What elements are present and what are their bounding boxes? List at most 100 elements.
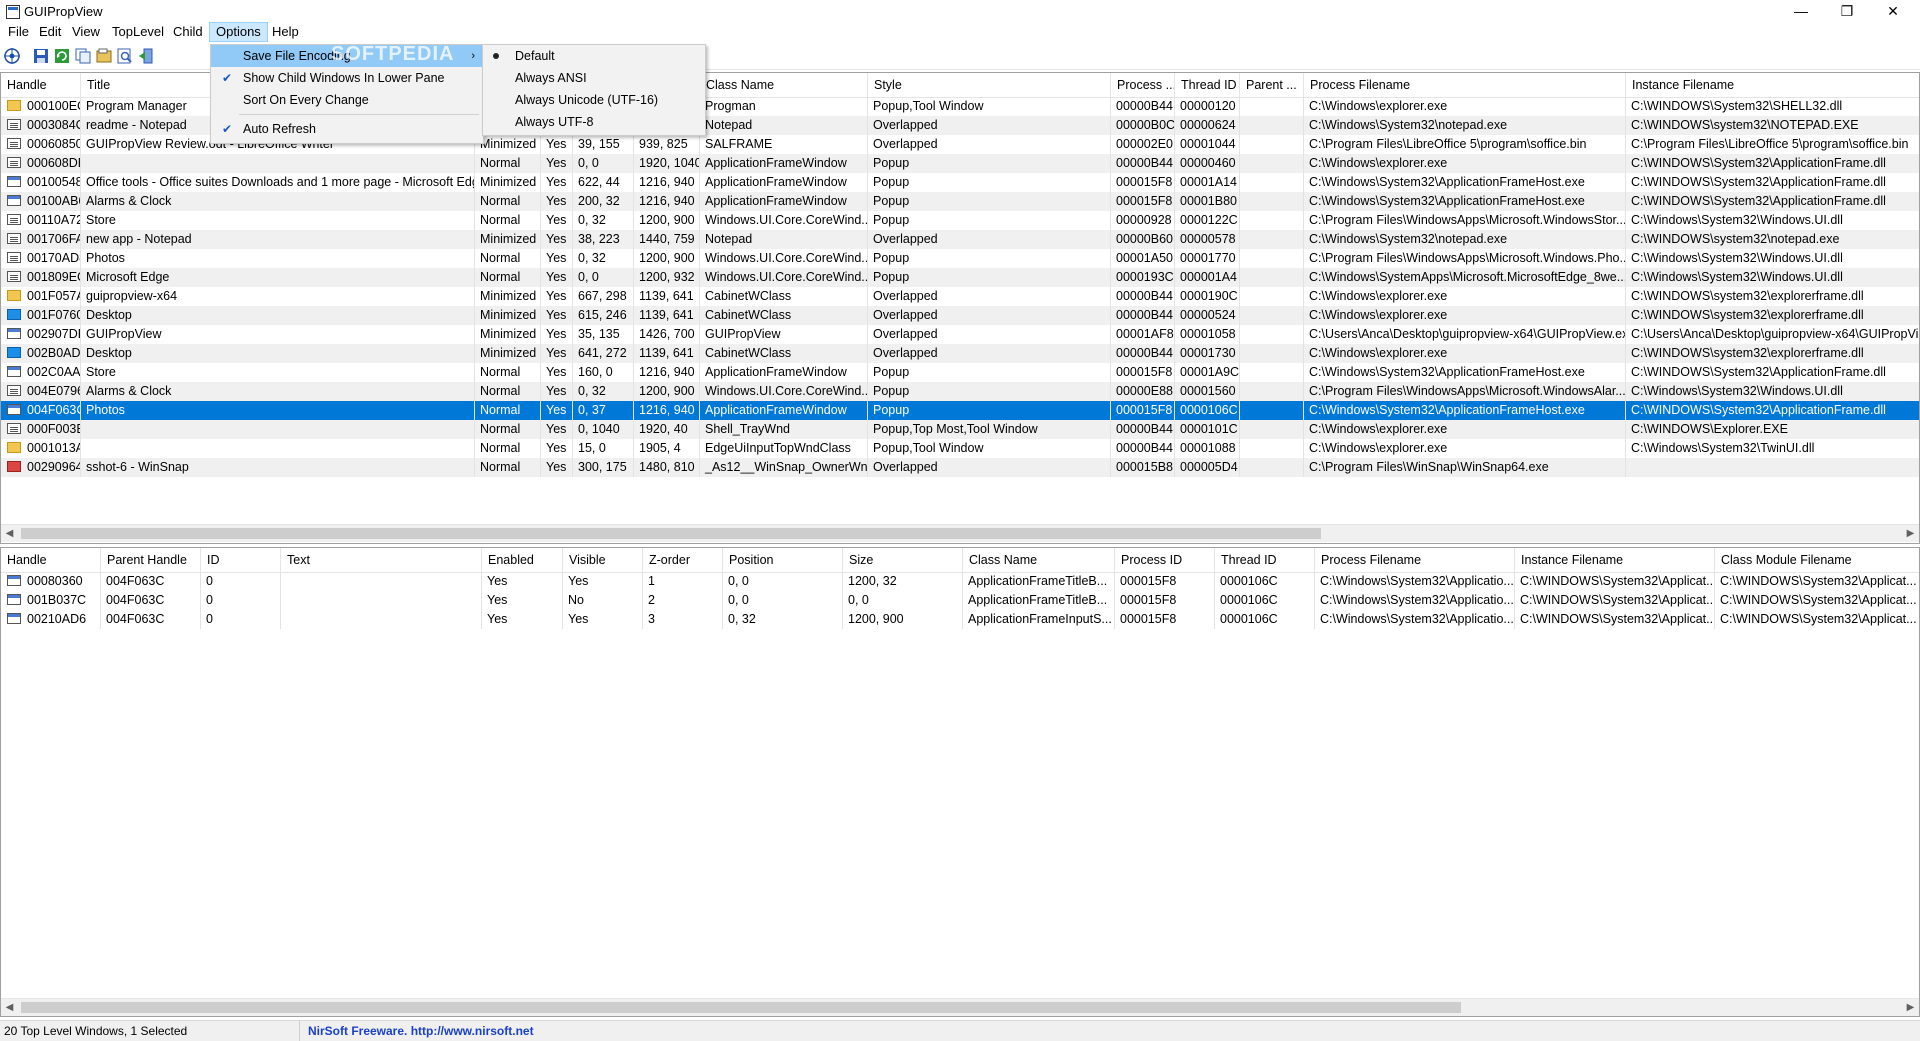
lcol-zorder[interactable]: Z-order xyxy=(643,548,723,572)
lcol-process-filename[interactable]: Process Filename xyxy=(1315,548,1515,572)
copy-icon[interactable] xyxy=(74,47,92,65)
lower-horizontal-scrollbar[interactable]: ◀ ▶ xyxy=(1,998,1919,1016)
cell-style: Popup,Tool Window xyxy=(868,97,1111,116)
col-handle[interactable]: Handle xyxy=(1,73,81,97)
cell-parent xyxy=(1240,382,1304,401)
lcol-thread-id[interactable]: Thread ID xyxy=(1215,548,1315,572)
table-row[interactable]: 004F063C Photos Normal Yes 0, 37 1216, 940 App… xyxy=(1,401,1919,420)
cell-instance-filename: C:\WINDOWS\System32\Applicat... xyxy=(1515,572,1715,591)
scroll-left-icon[interactable]: ◀ xyxy=(1,525,18,542)
cell-parent xyxy=(1240,420,1304,439)
col-thread-id[interactable]: Thread ID xyxy=(1175,73,1240,97)
exit-icon[interactable] xyxy=(137,47,155,65)
lcol-class-name[interactable]: Class Name xyxy=(963,548,1115,572)
col-instance-filename[interactable]: Instance Filename xyxy=(1626,73,1919,97)
cell-thread-id: 00001A9C xyxy=(1175,363,1240,382)
encoding-utf16[interactable]: Always Unicode (UTF-16) xyxy=(483,89,705,111)
menu-child[interactable]: Child xyxy=(167,23,209,41)
table-row[interactable]: 004E0796 Alarms & Clock Normal Yes 0, 32 1200… xyxy=(1,382,1919,401)
table-row[interactable]: 000608DE Normal Yes 0, 0 1920, 1040 Applicati… xyxy=(1,154,1919,173)
cell-instance-filename: C:\WINDOWS\Explorer.EXE xyxy=(1626,420,1919,439)
menu-toplevel[interactable]: TopLevel xyxy=(106,23,170,41)
lower-scroll-right-icon[interactable]: ▶ xyxy=(1902,999,1919,1016)
menu-options[interactable]: Options xyxy=(209,22,268,42)
cell-visible: Yes xyxy=(563,610,643,629)
table-row[interactable]: 002B0ADCDesktopMinimizedYes641, 2721139,… xyxy=(1,344,1919,363)
find-icon[interactable] xyxy=(116,47,134,65)
lcol-id[interactable]: ID xyxy=(201,548,281,572)
table-row[interactable]: 001F0760 Desktop Minimized Yes 615, 246 1139,… xyxy=(1,306,1919,325)
lcol-class-module-filename[interactable]: Class Module Filename xyxy=(1715,548,1919,572)
lcol-position[interactable]: Position xyxy=(723,548,843,572)
cell-parent xyxy=(1240,116,1304,135)
cell-style: Popup,Tool Window xyxy=(868,439,1111,458)
table-row[interactable]: 00100548 Office tools - Office suites Dow… xyxy=(1,173,1919,192)
menu-file[interactable]: File xyxy=(2,23,35,41)
table-row[interactable]: 00210AD6 004F063C 0 Yes Yes 3 0, 32 1200, 900 Ap… xyxy=(1,610,1919,629)
menu-item-show-child-windows[interactable]: ✔ Show Child Windows In Lower Pane xyxy=(211,67,483,89)
close-button[interactable]: ✕ xyxy=(1870,0,1916,22)
table-row[interactable]: 0001013A Normal Yes 15, 0 1905, 4 EdgeUiInput… xyxy=(1,439,1919,458)
menu-help[interactable]: Help xyxy=(266,23,305,41)
table-row[interactable]: 002907DE GUIPropView Minimized Yes 35, 135 14… xyxy=(1,325,1919,344)
table-row[interactable]: 00080360 004F063C 0 Yes Yes 1 0, 0 1200, 32 Appl… xyxy=(1,572,1919,591)
cell-title: Alarms & Clock xyxy=(81,192,475,211)
cell-position: 35, 135 xyxy=(573,325,634,344)
table-row[interactable]: 001809EC Microsoft Edge Normal Yes 0, 0 1200,… xyxy=(1,268,1919,287)
cell-size: 1920, 1040 xyxy=(634,154,700,173)
minimize-button[interactable]: — xyxy=(1778,0,1824,22)
maximize-button[interactable]: ❐ xyxy=(1824,0,1870,22)
encoding-ansi[interactable]: Always ANSI xyxy=(483,67,705,89)
table-row[interactable]: 00290964 sshot-6 - WinSnap Normal Yes 300, 1… xyxy=(1,458,1919,477)
lcol-visible[interactable]: Visible xyxy=(563,548,643,572)
cell-thread-id: 00000120 xyxy=(1175,97,1240,116)
table-row[interactable]: 001706FA new app - Notepad Minimized Yes 38,… xyxy=(1,230,1919,249)
lcol-size[interactable]: Size xyxy=(843,548,963,572)
table-row[interactable]: 001B037C 004F063C 0 Yes No 2 0, 0 0, 0 Applicati… xyxy=(1,591,1919,610)
menu-item-auto-refresh[interactable]: ✔ Auto Refresh xyxy=(211,118,483,140)
col-process-id[interactable]: Process ... xyxy=(1111,73,1175,97)
lcol-parent-handle[interactable]: Parent Handle xyxy=(101,548,201,572)
lcol-handle[interactable]: Handle xyxy=(1,548,101,572)
col-parent[interactable]: Parent ... xyxy=(1240,73,1304,97)
child-windows-list[interactable]: Handle Parent Handle ID Text Enabled Vis… xyxy=(0,547,1920,1017)
upper-scroll-thumb[interactable] xyxy=(21,528,1321,539)
lcol-enabled[interactable]: Enabled xyxy=(482,548,563,572)
table-row[interactable]: 00170AD8 Photos Normal Yes 0, 32 1200, 900 Win… xyxy=(1,249,1919,268)
table-row[interactable]: 000F003E Normal Yes 0, 1040 1920, 40 Shell_Tr… xyxy=(1,420,1919,439)
table-row[interactable]: 00110A72 Store Normal Yes 0, 32 1200, 900 Wind… xyxy=(1,211,1919,230)
col-process-filename[interactable]: Process Filename xyxy=(1304,73,1626,97)
lcol-text[interactable]: Text xyxy=(281,548,482,572)
lcol-process-id[interactable]: Process ID xyxy=(1115,548,1215,572)
properties-icon[interactable] xyxy=(3,47,21,65)
cell-handle: 00060850 xyxy=(1,135,81,154)
table-row[interactable]: 00100AB6 Alarms & Clock Normal Yes 200, 32 12… xyxy=(1,192,1919,211)
scroll-right-icon[interactable]: ▶ xyxy=(1902,525,1919,542)
cell-position: 0, 32 xyxy=(723,610,843,629)
upper-horizontal-scrollbar[interactable]: ◀ ▶ xyxy=(1,524,1919,542)
cell-enabled: Yes xyxy=(482,591,563,610)
cell-thread-id: 00001044 xyxy=(1175,135,1240,154)
lower-scroll-left-icon[interactable]: ◀ xyxy=(1,999,18,1016)
nirsoft-link[interactable]: NirSoft Freeware. http://www.nirsoft.net xyxy=(304,1021,704,1041)
save-icon[interactable] xyxy=(32,47,50,65)
lcol-instance-filename[interactable]: Instance Filename xyxy=(1515,548,1715,572)
table-row[interactable]: 002C0AA4StoreNormalYes160, 01216, 940App… xyxy=(1,363,1919,382)
cell-size: 1216, 940 xyxy=(634,363,700,382)
encoding-default[interactable]: Default xyxy=(483,45,705,67)
cell-state: Normal xyxy=(475,458,541,477)
col-class-name[interactable]: Class Name xyxy=(700,73,868,97)
html-report-icon[interactable] xyxy=(95,47,113,65)
menu-edit[interactable]: Edit xyxy=(33,23,67,41)
encoding-utf8[interactable]: Always UTF-8 xyxy=(483,111,705,133)
menu-item-sort-on-every-change[interactable]: Sort On Every Change xyxy=(211,89,483,111)
cell-class-name: ApplicationFrameWindow xyxy=(700,401,868,420)
cell-style: Popup xyxy=(868,249,1111,268)
cell-id: 0 xyxy=(201,572,281,591)
lower-scroll-thumb[interactable] xyxy=(21,1002,1461,1013)
menu-view[interactable]: View xyxy=(66,23,106,41)
table-row[interactable]: 001F057A guipropview-x64 Minimized Yes 667, … xyxy=(1,287,1919,306)
cell-state: Minimized xyxy=(475,230,541,249)
col-style[interactable]: Style xyxy=(868,73,1111,97)
refresh-icon[interactable] xyxy=(53,47,71,65)
